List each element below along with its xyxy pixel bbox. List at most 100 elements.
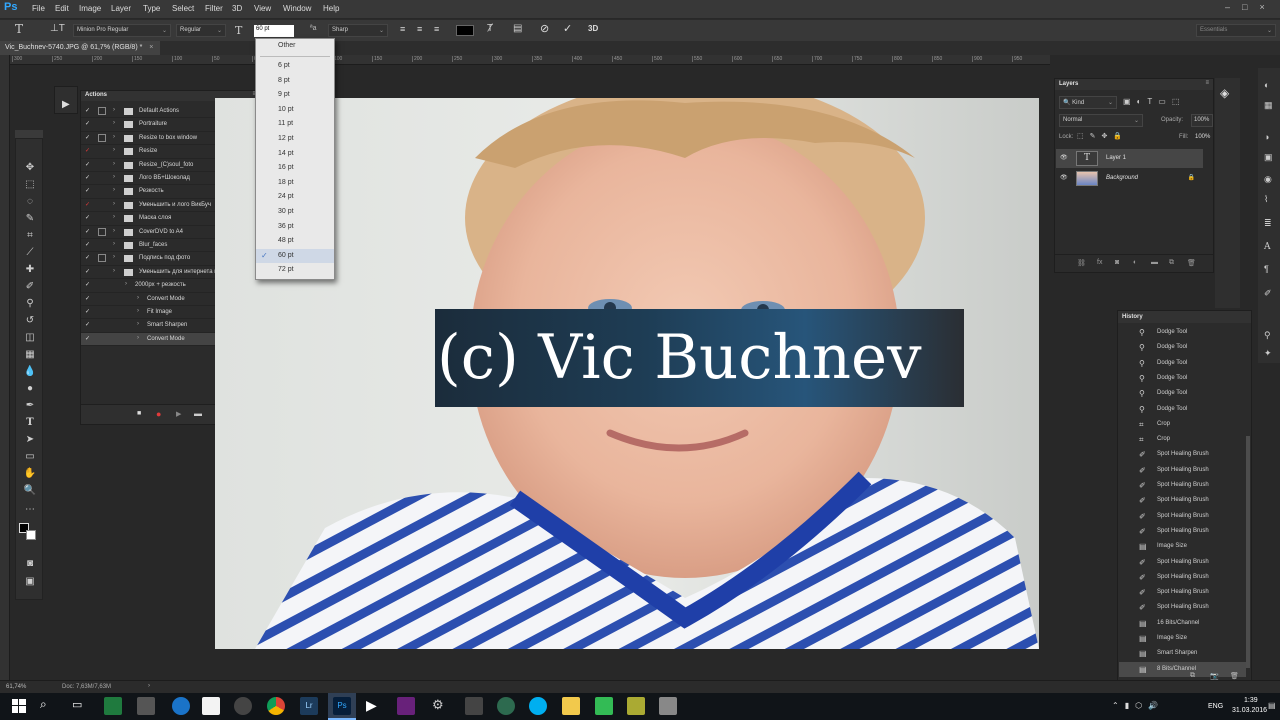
hand-tool-icon[interactable]: ✋ <box>22 467 38 480</box>
zoom-tool-icon[interactable]: 🔍 <box>22 484 38 497</box>
minimize-icon[interactable]: – <box>1225 2 1242 12</box>
font-size-option[interactable]: 8 pt <box>256 74 334 89</box>
toggle-item-check-icon[interactable]: ✓ <box>85 281 90 288</box>
expand-chevron-icon[interactable]: › <box>113 201 115 207</box>
status-expand-icon[interactable]: › <box>148 683 150 689</box>
font-size-option[interactable]: 9 pt <box>256 88 334 103</box>
toggle-item-check-icon[interactable]: ✓ <box>85 335 90 342</box>
dialog-toggle-icon[interactable] <box>98 133 106 142</box>
antialias-select[interactable]: Sharp ⌄ <box>328 24 388 37</box>
maximize-icon[interactable]: □ <box>1242 2 1259 12</box>
type-tool-icon[interactable]: T <box>22 416 38 429</box>
font-size-option[interactable]: 12 pt <box>256 132 334 147</box>
layer-row[interactable]: 👁 T Layer 1 <box>1056 149 1203 168</box>
menu-filter[interactable]: Filter <box>205 4 223 13</box>
history-state[interactable]: ✐ Spot Healing Brush <box>1119 524 1246 539</box>
expand-chevron-icon[interactable]: › <box>113 161 115 167</box>
history-state[interactable]: ▤ Image Size <box>1119 539 1246 554</box>
swatches-panel-icon[interactable]: ▦ <box>1264 100 1273 111</box>
visibility-eye-icon[interactable]: 👁 <box>1060 154 1068 161</box>
toggle-item-check-icon[interactable]: ✓ <box>85 254 90 261</box>
channels-panel-icon[interactable]: ◉ <box>1264 174 1272 185</box>
toggle-item-check-icon[interactable]: ✓ <box>85 120 90 127</box>
app5-icon[interactable] <box>627 697 645 715</box>
font-style-select[interactable]: Regular ⌄ <box>176 24 226 37</box>
history-state[interactable]: ⚲ Dodge Tool <box>1119 340 1246 355</box>
font-size-option[interactable]: 16 pt <box>256 161 334 176</box>
font-size-option[interactable]: 14 pt <box>256 147 334 162</box>
eyedropper-tool-icon[interactable]: ⟋ <box>22 246 38 259</box>
gradient-tool-icon[interactable]: ▦ <box>22 348 38 361</box>
layer-filter-select[interactable]: 🔍 Kind ⌄ <box>1059 96 1117 109</box>
history-state[interactable]: ✐ Spot Healing Brush <box>1119 585 1246 600</box>
new-document-from-state-icon[interactable]: ⧉ <box>1190 672 1195 680</box>
font-size-option[interactable]: ✓ 60 pt <box>256 248 334 264</box>
expand-chevron-icon[interactable]: › <box>113 187 115 193</box>
toggle-item-check-icon[interactable]: ✓ <box>85 147 90 154</box>
search-icon[interactable]: ⌕ <box>40 697 47 712</box>
delete-layer-icon[interactable]: 🗑 <box>1187 259 1196 267</box>
clock-time[interactable]: 1:39 <box>1244 697 1258 704</box>
play-icon[interactable]: ▶ <box>176 410 181 418</box>
lightroom-icon[interactable]: Lr <box>300 697 318 715</box>
history-state[interactable]: ▤ Image Size <box>1119 631 1246 646</box>
toggle-item-check-icon[interactable]: ✓ <box>85 241 90 248</box>
brush-panel-icon[interactable]: ✐ <box>1264 288 1272 299</box>
font-size-option[interactable]: 72 pt <box>256 263 334 278</box>
app-icon[interactable] <box>234 697 252 715</box>
font-size-option[interactable]: 36 pt <box>256 220 334 235</box>
adjustment-layer-icon[interactable]: ◐ <box>1133 259 1137 266</box>
healing-brush-tool-icon[interactable]: ✚ <box>22 263 38 276</box>
menu-layer[interactable]: Layer <box>111 4 131 13</box>
warp-text-icon[interactable]: Ⱦ <box>487 23 493 34</box>
dialog-toggle-icon[interactable] <box>98 254 106 263</box>
character-panel-strip-icon[interactable]: A <box>1264 242 1271 252</box>
history-state[interactable]: ▤ 16 Bits/Channel <box>1119 616 1246 631</box>
toggle-item-check-icon[interactable]: ✓ <box>85 187 90 194</box>
menu-file[interactable]: File <box>32 4 45 13</box>
lock-icons[interactable]: ⬚✎✥🔒 <box>1077 132 1128 140</box>
store-icon[interactable] <box>202 697 220 715</box>
expand-chevron-icon[interactable]: › <box>113 241 115 247</box>
layers-panel-icon[interactable]: ◈ <box>1220 86 1229 100</box>
stop-icon[interactable]: ■ <box>137 410 141 417</box>
cancel-edit-icon[interactable]: ⊘ <box>540 22 549 35</box>
more-tools-icon[interactable]: ⋯ <box>22 503 38 516</box>
document-tab[interactable]: Vic_Buchnev-5740.JPG @ 61,7% (RGB/8) * × <box>0 41 160 55</box>
history-state[interactable]: ✐ Spot Healing Brush <box>1119 478 1246 493</box>
opacity-input[interactable]: 100% <box>1191 114 1213 127</box>
history-state[interactable]: ✐ Spot Healing Brush <box>1119 570 1246 585</box>
paragraph-panel-icon[interactable]: ¶ <box>1264 264 1269 274</box>
orientation-toggle-icon[interactable]: ⊥T <box>50 23 65 34</box>
toggle-item-check-icon[interactable]: ✓ <box>85 295 90 302</box>
commit-edit-icon[interactable]: ✓ <box>563 22 572 35</box>
history-state[interactable]: ⚲ Dodge Tool <box>1119 386 1246 401</box>
clone-stamp-tool-icon[interactable]: ⚲ <box>22 297 38 310</box>
excel-icon[interactable] <box>104 697 122 715</box>
menu-view[interactable]: View <box>254 4 271 13</box>
history-state[interactable]: ✐ Spot Healing Brush <box>1119 509 1246 524</box>
media-player-icon[interactable]: ▶ <box>366 697 377 714</box>
clone-source-icon[interactable]: ⚲ <box>1264 330 1271 341</box>
expand-chevron-icon[interactable]: › <box>113 134 115 140</box>
move-tool-icon[interactable]: ✥ <box>22 161 38 174</box>
edge-icon[interactable] <box>172 697 190 715</box>
font-size-option[interactable]: 48 pt <box>256 234 334 249</box>
toggle-item-check-icon[interactable]: ✓ <box>85 268 90 275</box>
expand-chevron-icon[interactable]: › <box>113 254 115 260</box>
layer-row[interactable]: 👁 Background 🔒 <box>1056 169 1203 188</box>
expand-chevron-icon[interactable]: › <box>137 295 139 301</box>
close-icon[interactable]: × <box>1259 2 1276 12</box>
styles-panel-icon[interactable]: ▣ <box>1264 152 1273 163</box>
group-icon[interactable]: ▬ <box>1151 259 1158 266</box>
record-icon[interactable]: ● <box>156 409 161 419</box>
toggle-item-check-icon[interactable]: ✓ <box>85 134 90 141</box>
font-size-input[interactable]: 60 pt <box>254 25 294 37</box>
visibility-eye-icon[interactable]: 👁 <box>1060 174 1068 181</box>
history-state[interactable]: ✐ Spot Healing Brush <box>1119 555 1246 570</box>
layer-style-icon[interactable]: fx <box>1097 259 1102 266</box>
menu-type[interactable]: Type <box>143 4 160 13</box>
toggle-item-check-icon[interactable]: ✓ <box>85 161 90 168</box>
rectangle-tool-icon[interactable]: ▭ <box>22 450 38 463</box>
toggle-item-check-icon[interactable]: ✓ <box>85 308 90 315</box>
